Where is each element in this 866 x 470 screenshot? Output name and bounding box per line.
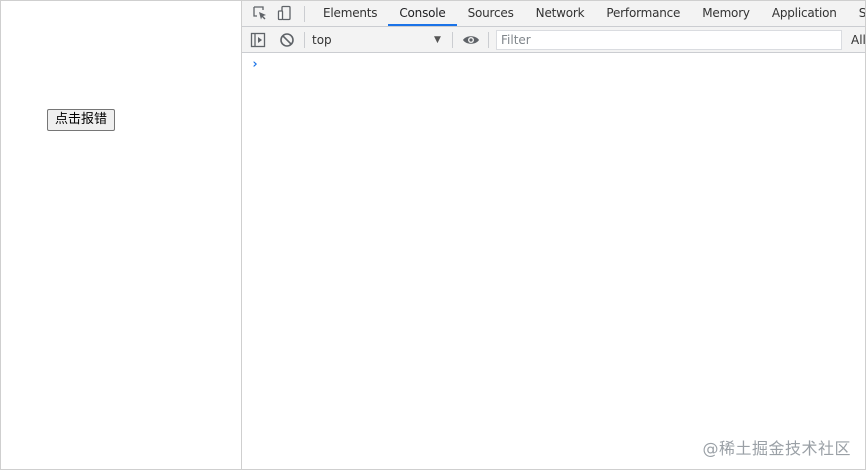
tab-security[interactable]: Secur xyxy=(848,1,865,26)
screenshot-frame: 点击报错 Elements Console Sources Network Pe… xyxy=(0,0,866,470)
tab-memory[interactable]: Memory xyxy=(691,1,761,26)
devtools-panel: Elements Console Sources Network Perform… xyxy=(242,1,865,469)
filter-input[interactable] xyxy=(496,30,842,50)
page-viewport: 点击报错 xyxy=(1,1,242,469)
context-value: top xyxy=(312,33,332,47)
context-selector[interactable]: top xyxy=(312,31,448,49)
toolbar-separator xyxy=(488,32,489,48)
toolbar-separator xyxy=(304,32,305,48)
tab-network[interactable]: Network xyxy=(525,1,596,26)
tab-console[interactable]: Console xyxy=(388,1,457,26)
devtools-tabbar: Elements Console Sources Network Perform… xyxy=(242,1,865,27)
tab-elements[interactable]: Elements xyxy=(312,1,388,26)
tabbar-separator xyxy=(304,6,305,22)
live-expression-eye-icon[interactable] xyxy=(462,32,480,48)
tab-application[interactable]: Application xyxy=(761,1,848,26)
console-sidebar-icon[interactable] xyxy=(250,32,266,48)
log-levels-dropdown[interactable]: All xyxy=(851,31,865,49)
clear-console-icon[interactable] xyxy=(279,32,295,48)
watermark: @稀土掘金技术社区 xyxy=(702,439,851,458)
inspect-element-icon[interactable] xyxy=(252,5,268,21)
report-error-button[interactable]: 点击报错 xyxy=(47,109,116,131)
console-toolbar: top ▼ All xyxy=(242,27,865,53)
console-prompt[interactable]: › xyxy=(251,57,259,72)
toolbar-separator xyxy=(452,32,453,48)
tab-performance[interactable]: Performance xyxy=(595,1,691,26)
devtools-tabs: Elements Console Sources Network Perform… xyxy=(312,1,865,26)
tab-sources[interactable]: Sources xyxy=(457,1,525,26)
device-toolbar-icon[interactable] xyxy=(277,5,293,21)
dropdown-arrow-icon[interactable]: ▼ xyxy=(434,32,441,48)
